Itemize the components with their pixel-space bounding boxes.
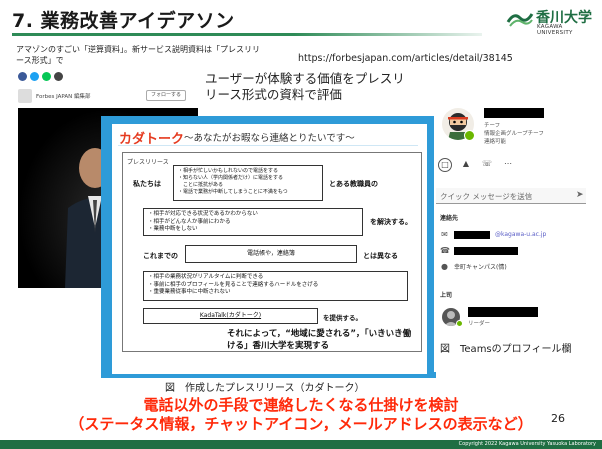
caption-press-release-value: ユーザーが体験する価値をプレスリリース形式の資料で評価 (205, 71, 405, 102)
line-icon[interactable] (42, 72, 51, 81)
chat-icon[interactable]: □ (438, 158, 452, 172)
university-logo: 香川大学 KAGAWA UNIVERSITY (506, 6, 596, 36)
availability-status-icon (464, 130, 475, 141)
facebook-icon[interactable] (18, 72, 27, 81)
contact-header: 連絡先 (440, 215, 459, 222)
feature-item: ・重要業務従事中に中断されない (148, 289, 231, 295)
product-name-field: KadaTalk(カダトーク) (143, 308, 318, 324)
solves-label: を解決する。 (370, 218, 412, 226)
press-release: カダトーク ～あなたがお暇なら連絡とりたいです～ プレスリリース 私たちは ・相… (112, 124, 427, 374)
problem-item: ・知らない人（学内関係者だけ）に電話をする (178, 175, 284, 181)
kagawa-logo-icon (506, 13, 534, 27)
problem-item: ・電話で業務が中断してしまうことに不満をもつ (178, 189, 288, 195)
until-now-label: これまでの (143, 252, 178, 260)
caption-teams-figure: 図 Teamsのプロフィール欄 (440, 344, 572, 355)
contact-location-row: ● 幸町キャンパス(情) (440, 262, 507, 271)
manager-status-icon (456, 320, 463, 327)
role-line: 連絡可能 (484, 139, 507, 145)
profile-role: チーフ 情報企画グループチーフ 連絡可能 (484, 122, 544, 146)
copyright-text: Copyright 2022 Kagawa University Yasuoka… (458, 441, 596, 447)
press-divider (118, 145, 418, 146)
manager-role: リーダー (468, 321, 491, 327)
redacted-name (484, 108, 544, 118)
feature-item: ・事前に相手のプロフィールを見ることで連絡するハードルをさげる (148, 281, 319, 288)
doc-label: プレスリリース (127, 159, 169, 166)
redacted-phone (454, 246, 518, 255)
issue-item: ・相手がどんな人か事前にわかる (148, 218, 231, 225)
who-label: とある教職員の (329, 180, 378, 188)
redacted-email-user (454, 230, 490, 239)
quick-message-input[interactable]: クイック メッセージを送信 ➤ (436, 188, 586, 204)
conclusion-line-1: 電話以外の手段で連絡したくなる仕掛けを検討 (143, 396, 459, 414)
differs-label: とは異なる (363, 252, 398, 260)
redacted-manager-name (468, 307, 538, 317)
article-author: Forbes JAPAN 編集部 (18, 89, 90, 103)
twitter-icon[interactable] (30, 72, 39, 81)
issue-item: ・業務中断をしない (148, 226, 198, 232)
article-url: https://forbesjapan.com/articles/detail/… (298, 53, 513, 64)
role-line: 情報企画グループチーフ (484, 131, 544, 137)
footer-bar: Copyright 2022 Kagawa University Yasuoka… (0, 440, 602, 449)
conclusion-line-2: （ステータス情報，チャットアイコン，メールアドレスの表示など） (69, 415, 533, 433)
logo-subtitle: KAGAWA UNIVERSITY (537, 24, 573, 36)
old-method-field: 電話帳や，連絡簿 (185, 245, 357, 263)
location-text: 幸町キャンパス(情) (454, 264, 507, 271)
slide-title: 7. 業務改善アイデアソン (12, 10, 235, 32)
bookmark-icon[interactable] (54, 72, 63, 81)
closing-statement: それによって，“地域に愛される”，「いきいき働ける」香川大学を実現する (227, 329, 412, 351)
teams-profile-panel: チーフ 情報企画グループチーフ 連絡可能 □ ▲ ☏ ⋯ クイック メッセージを… (434, 100, 600, 372)
more-icon[interactable]: ⋯ (501, 158, 515, 172)
manager-header: 上司 (440, 292, 453, 299)
article-headline: アマゾンのすごい「逆算資料」。新サービス説明資料は「プレスリリース形式」で (16, 45, 260, 65)
press-release-document: プレスリリース 私たちは ・相手が忙しいかもしれないので電話をする ・知らない人… (122, 152, 422, 352)
contact-email-row[interactable]: ✉ @kagawa-u.ac.jp (440, 230, 546, 239)
video-icon[interactable]: ▲ (459, 158, 473, 172)
author-avatar (18, 89, 32, 103)
caption-press-figure: 図 作成したプレスリリース（カダトーク） (165, 383, 365, 394)
issue-box: ・相手が対応できる状況であるかわからない ・相手がどんな人か事前にわかる ・業務… (143, 208, 363, 236)
feature-item: ・相手の業務状況がリアルタイムに判断できる (148, 274, 264, 280)
send-icon[interactable]: ➤ (576, 190, 584, 200)
press-subtitle: ～あなたがお暇なら連絡とりたいです～ (184, 133, 355, 144)
issue-item: ・相手が対応できる状況であるかわからない (148, 211, 258, 217)
quick-message-placeholder: クイック メッセージを送信 (440, 192, 533, 201)
problem-box: ・相手が忙しいかもしれないので電話をする ・知らない人（学内関係者だけ）に電話を… (173, 165, 323, 201)
contact-phone-row[interactable]: ☎ (440, 246, 518, 255)
problem-item: ・相手が忙しいかもしれないので電話をする (178, 168, 279, 174)
role-line: チーフ (484, 123, 501, 129)
author-name: Forbes JAPAN 編集部 (36, 94, 91, 100)
feature-box: ・相手の業務状況がリアルタイムに判断できる ・事前に相手のプロフィールを見ること… (143, 271, 408, 301)
follow-button[interactable]: フォローする (146, 90, 186, 101)
title-underline (12, 33, 482, 36)
problem-item: ことに抵抗がある (178, 182, 224, 188)
phone-icon: ☎ (440, 246, 450, 255)
mail-icon: ✉ (441, 230, 448, 239)
provides-label: を提供する。 (323, 314, 362, 322)
location-pin-icon: ● (441, 262, 448, 271)
call-icon[interactable]: ☏ (480, 158, 494, 172)
page-number: 26 (551, 412, 565, 425)
email-domain: @kagawa-u.ac.jp (495, 231, 547, 238)
share-buttons (18, 72, 63, 82)
profile-actions: □ ▲ ☏ ⋯ (438, 158, 538, 174)
we-are-label: 私たちは (133, 180, 161, 188)
